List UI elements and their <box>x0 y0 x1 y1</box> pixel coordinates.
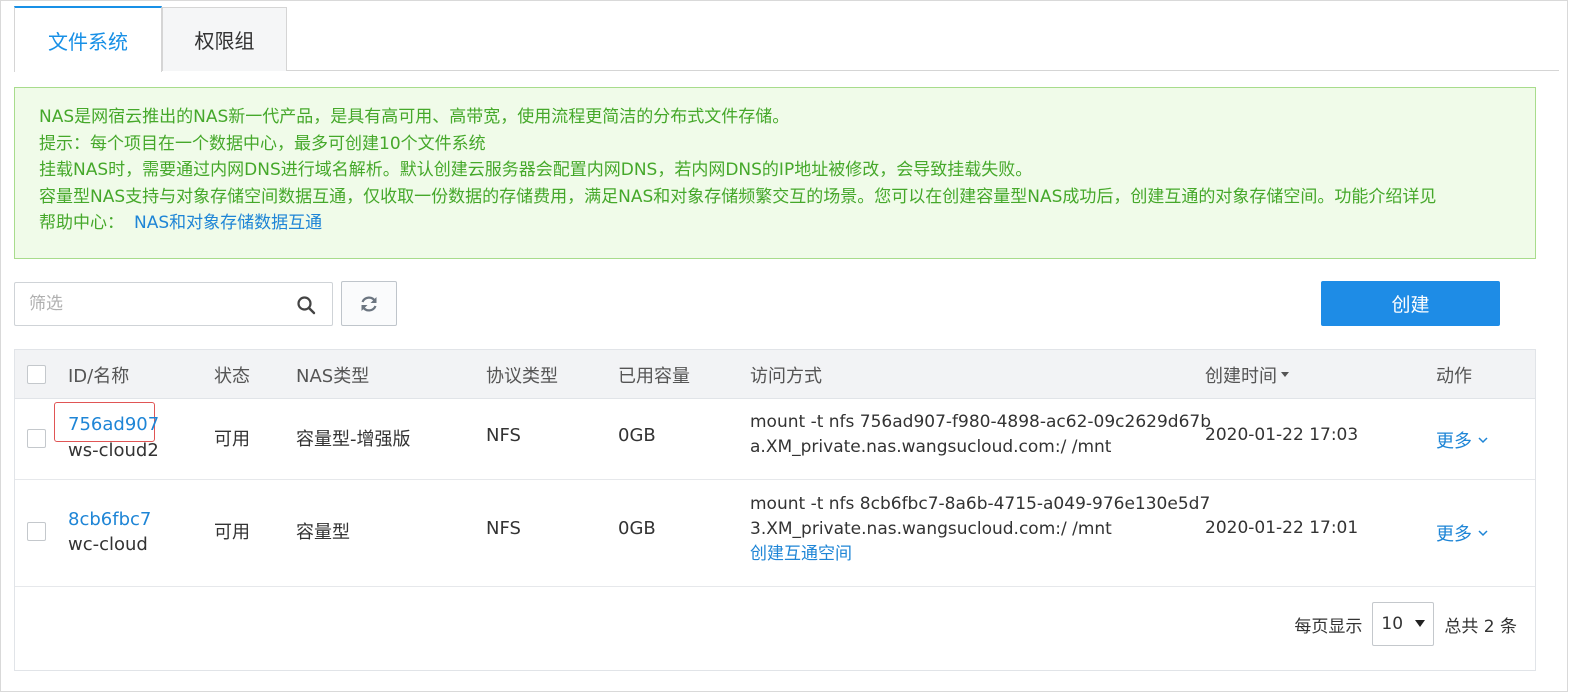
row-name: wc-cloud <box>68 534 148 555</box>
header-nas-type: NAS类型 <box>296 365 370 387</box>
row-protocol: NFS <box>486 518 521 539</box>
page-size-select[interactable]: 10 <box>1372 602 1435 646</box>
more-dropdown[interactable]: 更多 <box>1436 520 1488 546</box>
search-icon[interactable] <box>296 295 316 315</box>
header-used-capacity: 已用容量 <box>618 365 690 387</box>
more-label: 更多 <box>1436 431 1472 452</box>
table-row: 756ad907 ws-cloud2 可用 容量型-增强版 NFS 0GB mo… <box>15 399 1535 480</box>
more-label: 更多 <box>1436 524 1472 545</box>
mount-command-line2: 3.XM_private.nas.wangsucloud.com:/ /mnt <box>750 519 1112 539</box>
info-notice: NAS是网宿云推出的NAS新一代产品，是具有高可用、高带宽，使用流程更简洁的分布… <box>14 87 1536 259</box>
interop-help-link[interactable]: NAS和对象存储数据互通 <box>134 213 322 233</box>
create-interop-space-link[interactable]: 创建互通空间 <box>750 542 1210 567</box>
select-all-checkbox[interactable] <box>27 365 46 384</box>
row-nas-type: 容量型 <box>296 522 350 543</box>
chevron-down-icon <box>1478 530 1488 537</box>
mount-command-line2: a.XM_private.nas.wangsucloud.com:/ /mnt <box>750 437 1112 457</box>
notice-line-interop: 容量型NAS支持与对象存储空间数据互通，仅收取一份数据的存储费用，满足NAS和对… <box>39 186 1437 207</box>
per-page-label: 每页显示 <box>1294 616 1363 637</box>
notice-line-help: 帮助中心： NAS和对象存储数据互通 <box>39 210 1511 237</box>
header-action: 动作 <box>1436 365 1472 387</box>
table-header: ID/名称 状态 NAS类型 协议类型 已用容量 访问方式 创建时间 动作 <box>15 350 1535 399</box>
notice-line-tip: 提示：每个项目在一个数据中心，最多可创建10个文件系统 <box>39 133 486 154</box>
chevron-down-icon <box>1478 437 1488 444</box>
tab-permission-group[interactable]: 权限组 <box>162 7 287 71</box>
row-created-time: 2020-01-22 17:03 <box>1205 425 1359 445</box>
row-access-method: mount -t nfs 756ad907-f980-4898-ac62-09c… <box>750 410 1211 460</box>
filter-input[interactable] <box>15 284 285 324</box>
row-protocol: NFS <box>486 425 521 446</box>
filter-box <box>14 282 333 326</box>
help-center-label: 帮助中心： <box>39 213 124 233</box>
notice-line-intro: NAS是网宿云推出的NAS新一代产品，是具有高可用、高带宽，使用流程更简洁的分布… <box>39 107 790 127</box>
created-time-label: 创建时间 <box>1205 365 1277 387</box>
page-size-value: 10 <box>1381 614 1404 634</box>
pagination: 每页显示 10 总共 2 条 <box>1294 602 1517 646</box>
header-access-method: 访问方式 <box>750 365 822 387</box>
row-name: ws-cloud2 <box>68 440 159 461</box>
row-id-link[interactable]: 8cb6fbc7 <box>68 509 151 530</box>
header-id-name: ID/名称 <box>68 365 130 387</box>
file-system-table: ID/名称 状态 NAS类型 协议类型 已用容量 访问方式 创建时间 动作 75… <box>14 349 1536 671</box>
notice-line-dns: 挂载NAS时，需要通过内网DNS进行域名解析。默认创建云服务器会配置内网DNS，… <box>39 160 1033 180</box>
total-count: 总共 2 条 <box>1444 616 1517 637</box>
row-access-method: mount -t nfs 8cb6fbc7-8a6b-4715-a049-976… <box>750 492 1210 567</box>
table-row: 8cb6fbc7 wc-cloud 可用 容量型 NFS 0GB mount -… <box>15 480 1535 587</box>
row-used-capacity: 0GB <box>618 425 656 446</box>
refresh-button[interactable] <box>341 281 397 326</box>
mount-command-line1: mount -t nfs 756ad907-f980-4898-ac62-09c… <box>750 412 1211 432</box>
row-status: 可用 <box>214 429 250 450</box>
tab-bar: 文件系统 权限组 <box>14 6 1559 72</box>
mount-command-line1: mount -t nfs 8cb6fbc7-8a6b-4715-a049-976… <box>750 494 1211 514</box>
row-created-time: 2020-01-22 17:01 <box>1205 518 1359 538</box>
header-protocol: 协议类型 <box>486 365 558 387</box>
sort-down-icon <box>1281 371 1289 377</box>
row-checkbox[interactable] <box>27 522 46 541</box>
create-button[interactable]: 创建 <box>1321 281 1500 326</box>
refresh-icon <box>361 296 377 311</box>
row-status: 可用 <box>214 522 250 543</box>
tab-file-system[interactable]: 文件系统 <box>14 6 162 72</box>
header-created-time[interactable]: 创建时间 <box>1205 350 1289 399</box>
header-status: 状态 <box>214 365 250 387</box>
row-nas-type: 容量型-增强版 <box>296 429 411 450</box>
more-dropdown[interactable]: 更多 <box>1436 427 1488 453</box>
row-checkbox[interactable] <box>27 429 46 448</box>
caret-down-icon <box>1415 620 1426 627</box>
row-id-link[interactable]: 756ad907 <box>68 414 159 435</box>
row-used-capacity: 0GB <box>618 518 656 539</box>
